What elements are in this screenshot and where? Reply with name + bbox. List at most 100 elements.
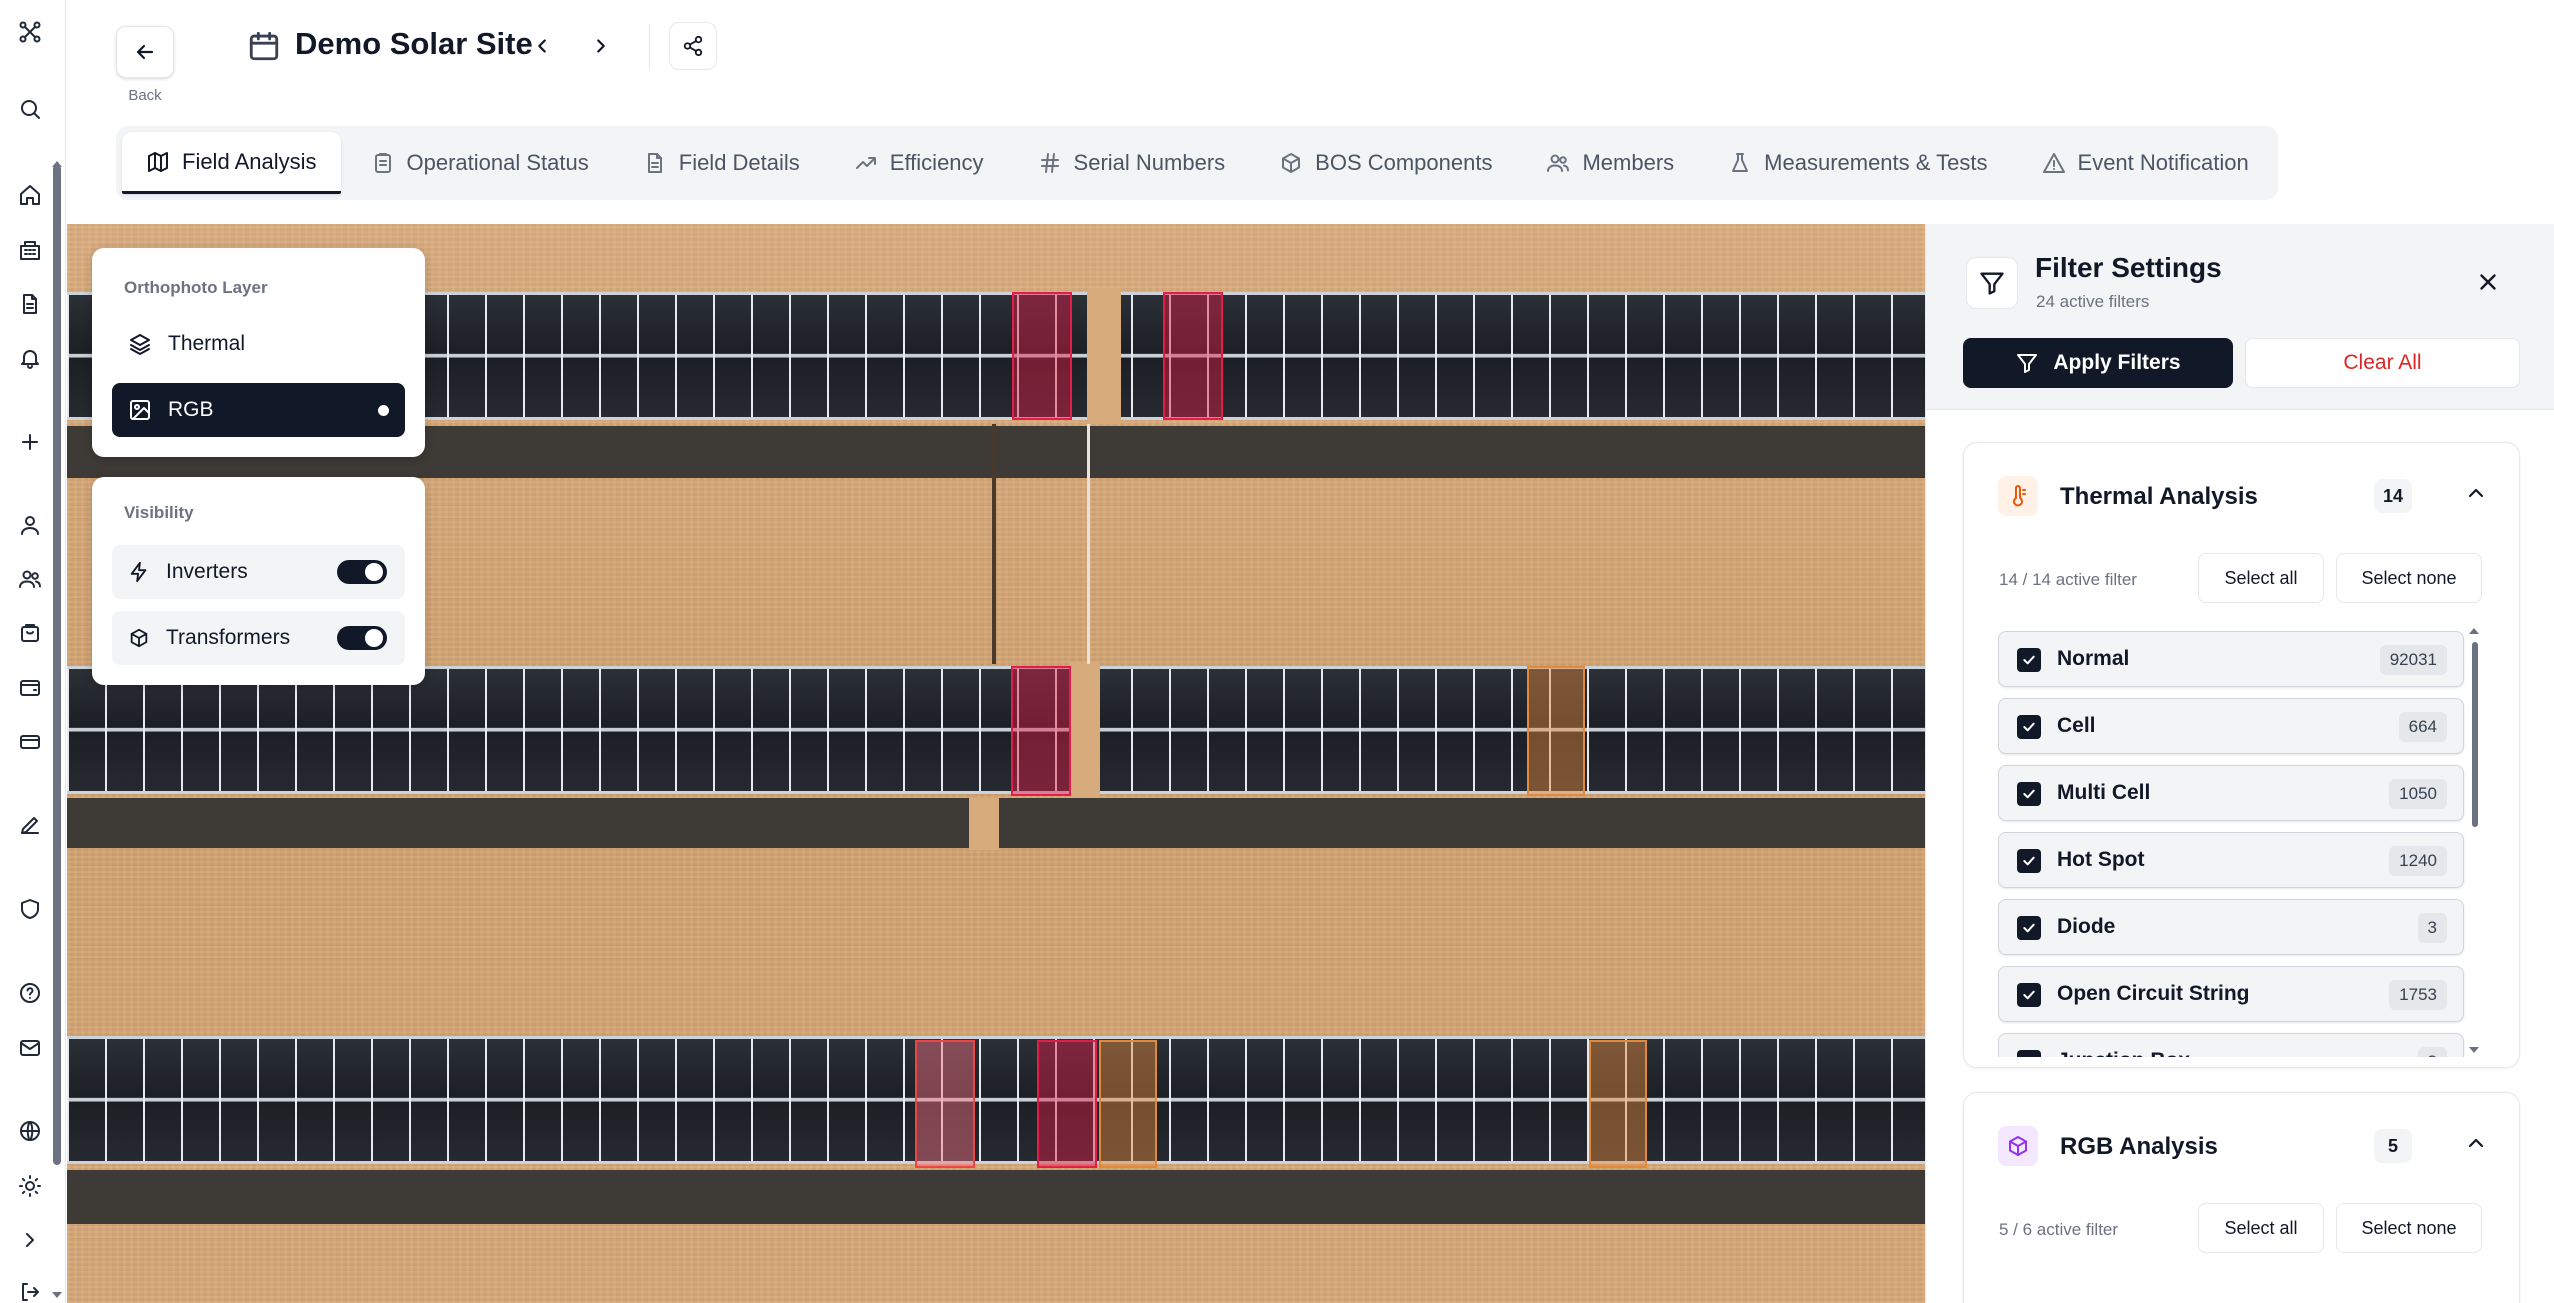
filter-scroll-down[interactable] [2469,1047,2479,1053]
filter-item-junction-box[interactable]: Junction Box 3 [1998,1033,2464,1057]
tab-members[interactable]: Members [1522,132,1698,194]
tab-field-analysis[interactable]: Field Analysis [122,132,341,194]
tab-label: Serial Numbers [1073,150,1226,175]
chevron-left-icon [538,39,546,53]
filter-count: 1753 [2389,980,2447,1010]
tab-field-details[interactable]: Field Details [619,132,824,194]
checkbox[interactable] [2017,715,2041,739]
filter-label: Diode [2057,915,2116,938]
tab-label: Operational Status [406,150,589,175]
tab-label: BOS Components [1315,150,1493,175]
filter-scroll-up[interactable] [2469,628,2479,634]
inverters-toggle[interactable] [337,560,387,584]
check-icon [2023,923,2035,933]
filter-item-open-circuit-string[interactable]: Open Circuit String 1753 [1998,966,2464,1022]
help-icon[interactable] [16,979,44,1007]
filter-item-normal[interactable]: Normal 92031 [1998,631,2464,687]
pen-icon[interactable] [16,811,44,839]
filter-count: 3 [2417,1047,2447,1057]
clear-all-button[interactable]: Clear All [2245,338,2520,388]
back-button[interactable] [116,26,174,78]
credit-card-icon[interactable] [16,728,44,756]
layer-option-thermal[interactable]: Thermal [112,317,405,371]
apply-filters-button[interactable]: Apply Filters [1963,338,2233,388]
document-icon[interactable] [16,290,44,318]
sun-icon[interactable] [16,1172,44,1200]
search-icon[interactable] [16,95,44,123]
checkbox[interactable] [2017,916,2041,940]
globe-icon[interactable] [16,1117,44,1145]
row-gap [969,798,999,850]
tab-serial-numbers[interactable]: Serial Numbers [1014,132,1250,194]
tab-measurements-tests[interactable]: Measurements & Tests [1704,132,2011,194]
tab-event-notification[interactable]: Event Notification [2018,132,2273,194]
building-icon[interactable] [16,236,44,264]
tab-label: Efficiency [889,150,984,175]
thermal-anomaly-highlight[interactable] [1011,666,1071,796]
tab-bos-components[interactable]: BOS Components [1255,132,1516,194]
share-button[interactable] [669,22,717,70]
select-none-button[interactable]: Select none [2336,553,2482,603]
check-icon [2021,1054,2037,1057]
user-icon[interactable] [16,511,44,539]
filter-item-multi-cell[interactable]: Multi Cell 1050 [1998,765,2464,821]
box-icon[interactable] [16,619,44,647]
rail-scroll-down[interactable] [52,1292,62,1298]
shield-icon[interactable] [16,895,44,923]
section-title: RGB Analysis [2060,1133,2218,1160]
section-count-badge: 14 [2374,479,2412,513]
thermal-anomaly-highlight[interactable] [1163,292,1223,420]
checkbox[interactable] [2017,1050,2041,1057]
check-icon [2023,722,2035,732]
checkbox[interactable] [2017,849,2041,873]
select-all-button[interactable]: Select all [2198,553,2324,603]
checkbox[interactable] [2017,648,2041,672]
checkbox[interactable] [2017,983,2041,1007]
panel-row [67,666,1925,794]
rgb-anomaly-highlight[interactable] [1589,1040,1647,1168]
users-icon[interactable] [16,565,44,593]
page-title: Demo Solar Site [295,26,533,61]
rgb-anomaly-highlight[interactable] [1099,1040,1157,1168]
logout-icon[interactable] [16,1278,44,1303]
filter-list-scrollbar[interactable] [2472,642,2478,827]
filter-item-diode[interactable]: Diode 3 [1998,899,2464,955]
select-none-button[interactable]: Select none [2336,1203,2482,1253]
logo-icon[interactable] [16,18,44,46]
filter-item-hot-spot[interactable]: Hot Spot 1240 [1998,832,2464,888]
thermal-anomaly-highlight[interactable] [1012,292,1072,420]
filter-item-cell[interactable]: Cell 664 [1998,698,2464,754]
checkbox[interactable] [2017,782,2041,806]
transformers-toggle[interactable] [337,626,387,650]
thermal-anomaly-highlight[interactable] [915,1040,975,1168]
arrow-left-icon [136,44,154,60]
plus-icon[interactable] [16,428,44,456]
layer-option-rgb[interactable]: RGB [112,383,405,437]
rail-scrollbar[interactable] [53,165,61,1165]
visibility-label: Inverters [166,560,248,583]
filter-label: Multi Cell [2057,781,2151,804]
filter-panel-title: Filter Settings [2035,252,2222,283]
previous-site-button[interactable] [527,30,557,62]
chevron-right-icon[interactable] [16,1226,44,1254]
section-title: Thermal Analysis [2060,483,2258,510]
collapse-section-button[interactable] [2464,1131,2488,1155]
select-all-button[interactable]: Select all [2198,1203,2324,1253]
home-icon[interactable] [16,181,44,209]
rgb-anomaly-highlight[interactable] [1527,666,1585,796]
tab-efficiency[interactable]: Efficiency [830,132,1008,194]
bell-icon[interactable] [16,344,44,372]
collapse-section-button[interactable] [2464,481,2488,505]
selected-indicator [378,405,389,416]
section-active-count: 5 / 6 active filter [1999,1220,2119,1239]
chevron-right-icon [597,39,605,53]
wallet-icon[interactable] [16,673,44,701]
next-site-button[interactable] [586,30,616,62]
tab-operational-status[interactable]: Operational Status [347,132,613,194]
thermal-anomaly-highlight[interactable] [1037,1040,1097,1168]
check-icon [2023,990,2035,1000]
share-icon [683,35,703,57]
close-filter-panel-button[interactable] [2472,266,2504,298]
mail-icon[interactable] [16,1034,44,1062]
back-label: Back [128,87,162,104]
